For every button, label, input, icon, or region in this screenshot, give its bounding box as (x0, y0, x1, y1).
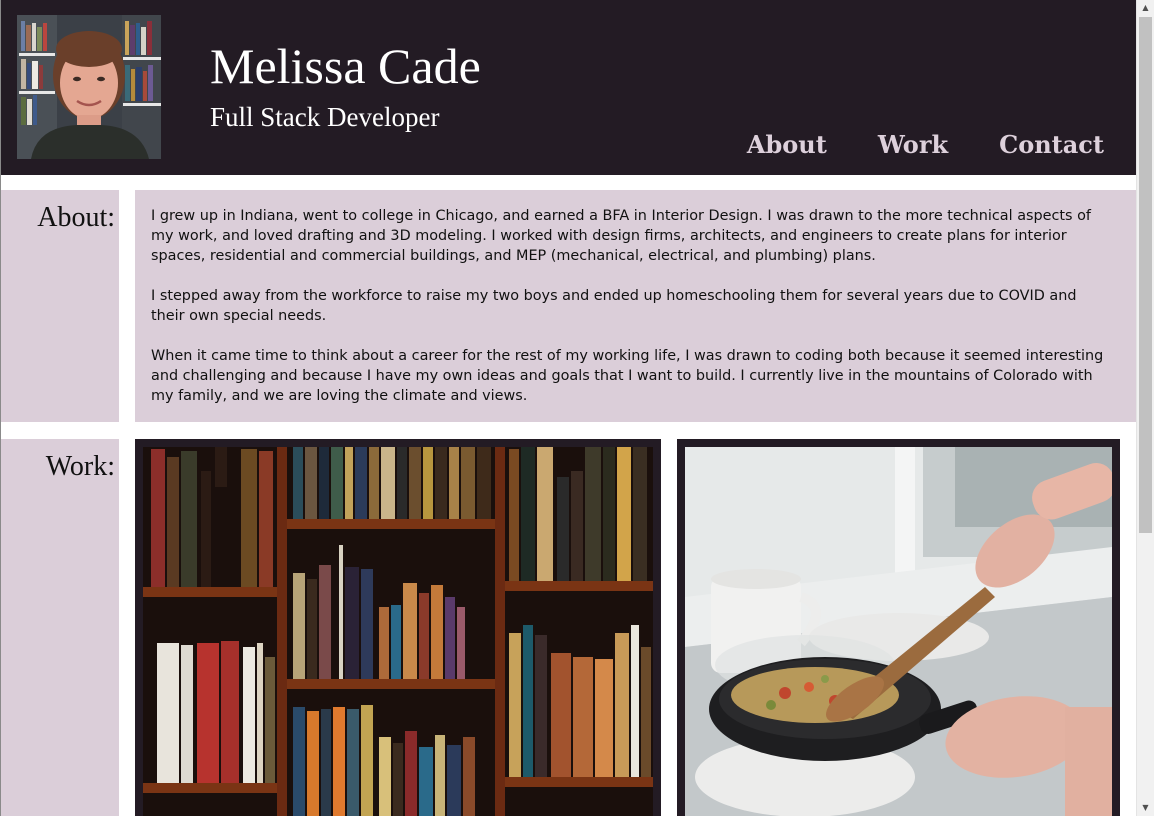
scroll-up-arrow-icon[interactable]: ▲ (1137, 0, 1154, 16)
work-section-label: Work: (1, 439, 119, 816)
about-section-body: I grew up in Indiana, went to college in… (135, 190, 1136, 422)
portfolio-page: Melissa Cade Full Stack Developer About … (1, 0, 1136, 816)
site-subtitle: Full Stack Developer (210, 102, 440, 132)
portrait-image (17, 15, 161, 159)
vertical-scrollbar[interactable]: ▲ ▼ (1136, 0, 1154, 816)
nav-link-contact[interactable]: Contact (999, 128, 1104, 162)
about-section-label: About: (1, 190, 119, 422)
about-paragraph: I grew up in Indiana, went to college in… (151, 208, 1091, 264)
bookshelf-image (143, 447, 653, 816)
nav-link-about[interactable]: About (747, 128, 827, 162)
about-paragraph: I stepped away from the workforce to rai… (151, 288, 1077, 324)
site-title: Melissa Cade (210, 38, 481, 94)
cooking-pan-image (685, 447, 1112, 816)
window-frame-edge (0, 0, 1, 816)
portrait-photo (17, 15, 161, 159)
about-paragraph: When it came time to think about a caree… (151, 348, 1104, 404)
scroll-down-arrow-icon[interactable]: ▼ (1137, 800, 1154, 816)
main-nav: About Work Contact (747, 128, 1104, 162)
site-header: Melissa Cade Full Stack Developer About … (1, 0, 1136, 175)
work-project-card[interactable] (135, 439, 661, 816)
work-project-card[interactable] (677, 439, 1120, 816)
scrollbar-thumb[interactable] (1139, 17, 1152, 533)
nav-link-work[interactable]: Work (878, 128, 948, 162)
